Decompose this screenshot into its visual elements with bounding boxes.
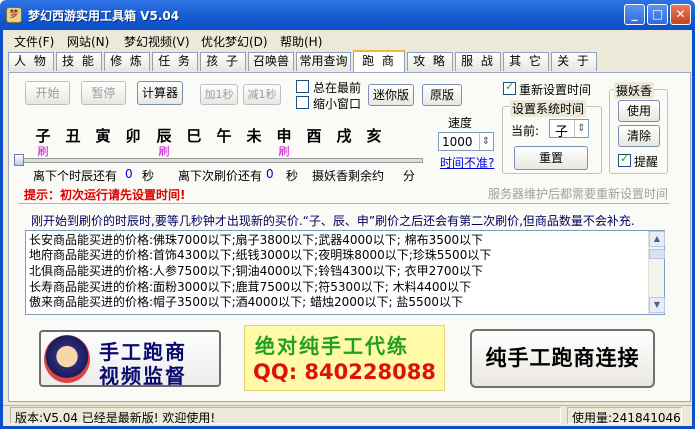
hour-1: 丑 bbox=[65, 127, 81, 145]
powerlevel-line1: 绝对纯手工代练 bbox=[255, 334, 409, 358]
tab-cultivation[interactable]: 修 炼 bbox=[104, 52, 150, 71]
speed-label: 速度 bbox=[448, 116, 473, 130]
next-refresh-label: 离下次刷价还有 bbox=[178, 169, 263, 183]
reset-time-label: 重新设置时间 bbox=[519, 83, 592, 97]
spinner-arrows-icon[interactable]: ⇕ bbox=[574, 120, 588, 137]
video-monitor-banner[interactable]: 手工跑商 视频监督 bbox=[39, 330, 221, 388]
incense-remind-checkbox[interactable] bbox=[618, 152, 631, 167]
tab-character[interactable]: 人 物 bbox=[8, 52, 54, 71]
incense-use-button[interactable]: 使用 bbox=[618, 100, 660, 122]
incense-remaining-unit: 分 bbox=[403, 169, 416, 183]
minimize-icon[interactable]: _ bbox=[624, 4, 645, 25]
mini-version-button[interactable]: 迷你版 bbox=[368, 84, 414, 106]
close-icon[interactable]: ✕ bbox=[670, 4, 691, 25]
price-line: 傲来商品能买进的价格:帽子3500以下;酒4000以下; 蜡烛2000以下; 盐… bbox=[29, 295, 463, 309]
hour-10: 戌 bbox=[336, 127, 352, 145]
refresh-tag: 刷 bbox=[37, 145, 49, 158]
refresh-tag: 刷 bbox=[158, 145, 170, 158]
sub-second-button[interactable]: 减1秒 bbox=[243, 84, 281, 105]
hour-6: 午 bbox=[216, 127, 232, 145]
original-version-button[interactable]: 原版 bbox=[422, 84, 462, 106]
hour-progress-track bbox=[18, 158, 423, 163]
incense-group-label: 摄妖香 bbox=[614, 82, 655, 99]
incense-clear-button[interactable]: 清除 bbox=[618, 125, 660, 147]
price-line: 长寿商品能买进的价格:面粉3000以下;鹿茸7500以下;符5300以下; 木料… bbox=[29, 280, 472, 294]
current-hour-select[interactable]: 子 ⇕ bbox=[549, 119, 589, 140]
time-not-accurate-link[interactable]: 时间不准? bbox=[440, 154, 494, 171]
tab-server-war[interactable]: 服 战 bbox=[455, 52, 501, 71]
refresh-notice: 刚开始到刷价的时辰时,要等几秒钟才出现新的买价.“子、辰、申”刷价之后还会有第二… bbox=[31, 214, 635, 228]
menu-video[interactable]: 梦幻视频(V) bbox=[124, 33, 190, 50]
video-banner-line2: 视频监督 bbox=[99, 364, 187, 388]
tab-guide[interactable]: 攻 略 bbox=[407, 52, 453, 71]
tab-quest[interactable]: 任 务 bbox=[152, 52, 198, 71]
status-usage-pane: 使用量:241841046 bbox=[567, 407, 682, 425]
tab-other[interactable]: 其 它 bbox=[503, 52, 549, 71]
next-hour-value: 0 bbox=[125, 167, 133, 181]
reset-time-button[interactable]: 重置 bbox=[514, 146, 588, 170]
next-hour-label: 离下个时辰还有 bbox=[33, 169, 118, 183]
menu-help[interactable]: 帮助(H) bbox=[280, 33, 322, 50]
manual-trade-link-button[interactable]: 纯手工跑商连接 bbox=[470, 329, 655, 388]
tab-trade[interactable]: 跑 商 bbox=[353, 50, 405, 72]
tab-child[interactable]: 孩 子 bbox=[200, 52, 246, 71]
status-usage-text: 使用量:241841046 bbox=[572, 411, 681, 425]
refresh-tag: 刷 bbox=[278, 145, 290, 158]
hour-11: 亥 bbox=[366, 127, 382, 145]
app-icon: 梦 bbox=[6, 7, 22, 23]
menu-website[interactable]: 网站(N) bbox=[67, 33, 109, 50]
current-hour-label: 当前: bbox=[511, 124, 540, 138]
window-title: 梦幻西游实用工具箱 V5.04 bbox=[28, 9, 180, 23]
price-line: 北俱商品能买进的价格:人参7500以下;铜油4000以下;铃铛4300以下; 衣… bbox=[29, 264, 484, 278]
speed-spinner[interactable]: 1000 ⇕ bbox=[438, 132, 494, 151]
hour-5: 巳 bbox=[186, 127, 202, 145]
tab-query[interactable]: 常用查询 bbox=[296, 52, 351, 71]
status-version-pane: 版本:V5.04 已经是最新版! 欢迎使用! bbox=[10, 407, 561, 425]
server-maintenance-note: 服务器维护后都需要重新设置时间 bbox=[488, 187, 669, 201]
always-top-label: 总在最前 bbox=[313, 81, 362, 95]
mini-window-label: 缩小窗口 bbox=[313, 97, 362, 111]
menu-optimize[interactable]: 优化梦幻(D) bbox=[201, 33, 268, 50]
add-second-button[interactable]: 加1秒 bbox=[200, 84, 238, 105]
scroll-down-icon[interactable]: ▼ bbox=[649, 297, 665, 313]
hour-progress-handle[interactable] bbox=[14, 154, 24, 166]
current-hour-value: 子 bbox=[555, 125, 569, 140]
scroll-thumb[interactable] bbox=[649, 249, 665, 259]
tab-summon[interactable]: 召唤兽 bbox=[248, 52, 294, 71]
next-refresh-value: 0 bbox=[266, 167, 274, 181]
maximize-icon[interactable]: □ bbox=[647, 4, 668, 25]
incense-remind-label: 提醒 bbox=[634, 155, 659, 169]
always-top-checkbox[interactable] bbox=[296, 80, 309, 93]
next-refresh-unit: 秒 bbox=[286, 169, 299, 183]
powerlevel-ad-banner[interactable]: 绝对纯手工代练 QQ: 840228088 bbox=[244, 325, 445, 391]
separator bbox=[18, 203, 670, 204]
reset-time-checkbox[interactable] bbox=[503, 80, 516, 95]
hour-7: 未 bbox=[246, 127, 262, 145]
cartoon-mascot-icon bbox=[44, 335, 90, 383]
hour-9: 酉 bbox=[306, 127, 322, 145]
mini-window-checkbox[interactable] bbox=[296, 96, 309, 109]
hint-text: 提示：初次运行请先设置时间! bbox=[24, 188, 186, 202]
start-button[interactable]: 开始 bbox=[25, 81, 70, 105]
powerlevel-qq: QQ: 840228088 bbox=[253, 360, 436, 384]
next-hour-unit: 秒 bbox=[142, 169, 155, 183]
calculator-button[interactable]: 计算器 bbox=[137, 81, 183, 105]
status-version-text: 版本:V5.04 已经是最新版! 欢迎使用! bbox=[15, 411, 216, 425]
hour-3: 卯 bbox=[125, 127, 141, 145]
incense-remaining-label: 摄妖香剩余约 bbox=[312, 169, 385, 183]
tab-skills[interactable]: 技 能 bbox=[56, 52, 102, 71]
time-settings-group-label: 设置系统时间 bbox=[510, 100, 587, 117]
price-line: 长安商品能买进的价格:佛珠7000以下;扇子3800以下;武器4000以下; 棉… bbox=[29, 233, 484, 247]
menu-file[interactable]: 文件(F) bbox=[14, 33, 54, 50]
spinner-arrows-icon[interactable]: ⇕ bbox=[479, 133, 492, 150]
pause-button[interactable]: 暂停 bbox=[81, 81, 126, 105]
speed-value: 1000 bbox=[442, 135, 473, 149]
price-list-scrollbar[interactable]: ▲ ▼ bbox=[648, 231, 665, 314]
tab-about[interactable]: 关 于 bbox=[551, 52, 597, 71]
scroll-up-icon[interactable]: ▲ bbox=[649, 231, 665, 247]
price-line: 地府商品能买进的价格:首饰4300以下;纸钱3000以下;夜明珠8000以下;珍… bbox=[29, 248, 492, 262]
hour-2: 寅 bbox=[95, 127, 111, 145]
